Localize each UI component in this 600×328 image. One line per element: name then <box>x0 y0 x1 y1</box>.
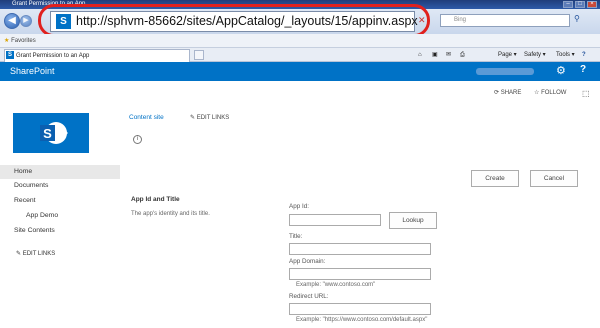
nav-item-documents[interactable]: Documents <box>14 182 48 189</box>
share-label: SHARE <box>500 90 522 96</box>
tools-menu[interactable]: Tools ▾ <box>556 49 575 61</box>
lookup-button[interactable]: Lookup <box>389 212 437 229</box>
cancel-button[interactable]: Cancel <box>530 170 578 187</box>
pencil-icon: ✎ <box>190 115 196 121</box>
nav-item-app-demo[interactable]: App Demo <box>26 212 58 219</box>
app-id-label: App Id: <box>289 203 309 210</box>
app-domain-input[interactable] <box>289 268 431 280</box>
nav-item-home[interactable]: Home <box>0 165 120 179</box>
share-button[interactable]: ⟳ SHARE <box>494 89 521 96</box>
help-icon[interactable]: ? <box>580 64 586 75</box>
maximize-button[interactable]: □ <box>575 1 585 8</box>
search-icon[interactable]: ⚲ <box>574 14 585 26</box>
user-name[interactable] <box>476 68 534 75</box>
gear-icon[interactable]: ⚙ <box>556 64 566 77</box>
edit-links-nav[interactable]: ✎ EDIT LINKS <box>16 250 55 257</box>
site-logo[interactable]: S <box>13 113 89 153</box>
edit-links-label: EDIT LINKS <box>196 115 230 121</box>
edit-links-nav-label: EDIT LINKS <box>22 251 56 257</box>
forward-icon[interactable]: ▶ <box>20 15 32 27</box>
help-menu-icon[interactable]: ? <box>582 49 586 61</box>
svg-text:S: S <box>43 126 52 141</box>
search-input[interactable]: Bing <box>440 14 570 27</box>
sharepoint-brand[interactable]: SharePoint <box>10 66 55 76</box>
focus-content-icon[interactable]: ⬚ <box>582 89 590 98</box>
mail-icon[interactable]: ✉ <box>446 49 451 61</box>
favorites-button[interactable]: Favorites <box>11 38 36 44</box>
create-button[interactable]: Create <box>471 170 519 187</box>
search-placeholder: Bing <box>454 17 467 23</box>
pencil-icon: ✎ <box>16 251 22 257</box>
title-input[interactable] <box>289 243 431 255</box>
section-description: The app's identity and its title. <box>131 211 210 217</box>
feeds-icon[interactable]: ▣ <box>432 49 438 61</box>
tab-title: Grant Permission to an App <box>16 53 90 59</box>
app-domain-example: Example: "www.contoso.com" <box>296 282 376 288</box>
redirect-url-input[interactable] <box>289 303 431 315</box>
minimize-button[interactable]: – <box>563 1 573 8</box>
sharepoint-logo-icon: S <box>40 122 68 144</box>
close-window-button[interactable]: × <box>587 1 597 8</box>
safety-menu[interactable]: Safety ▾ <box>524 49 546 61</box>
title-label: Title: <box>289 233 303 240</box>
home-icon[interactable]: ⌂ <box>418 49 422 61</box>
stop-icon[interactable]: ✕ <box>418 14 428 26</box>
browser-tab[interactable]: Grant Permission to an App <box>4 49 190 62</box>
highlight-oval <box>38 4 430 37</box>
star-outline-icon: ☆ <box>534 90 540 96</box>
redirect-url-example: Example: "https://www.contoso.com/defaul… <box>296 317 428 323</box>
favorites-bar: ★ Favorites <box>0 34 600 48</box>
print-icon[interactable]: ⎙ <box>460 49 465 61</box>
content-site-link[interactable]: Content site <box>129 114 164 121</box>
redirect-url-label: Redirect URL: <box>289 293 329 300</box>
follow-button[interactable]: ☆ FOLLOW <box>534 89 566 96</box>
app-domain-label: App Domain: <box>289 258 326 265</box>
edit-links-top[interactable]: ✎ EDIT LINKS <box>190 114 229 121</box>
section-title: App Id and Title <box>131 196 180 203</box>
nav-item-site-contents[interactable]: Site Contents <box>14 227 55 234</box>
star-icon: ★ <box>4 38 10 44</box>
back-icon[interactable]: ◀ <box>4 13 20 29</box>
tab-favicon-icon: S <box>6 51 14 59</box>
follow-label: FOLLOW <box>541 90 567 96</box>
app-id-input[interactable] <box>289 214 381 226</box>
nav-item-recent: Recent <box>14 197 36 204</box>
page-menu[interactable]: Page ▾ <box>498 49 517 61</box>
share-icon: ⟳ <box>494 90 500 96</box>
new-tab-button[interactable] <box>194 50 204 60</box>
info-icon[interactable]: i <box>133 135 142 144</box>
